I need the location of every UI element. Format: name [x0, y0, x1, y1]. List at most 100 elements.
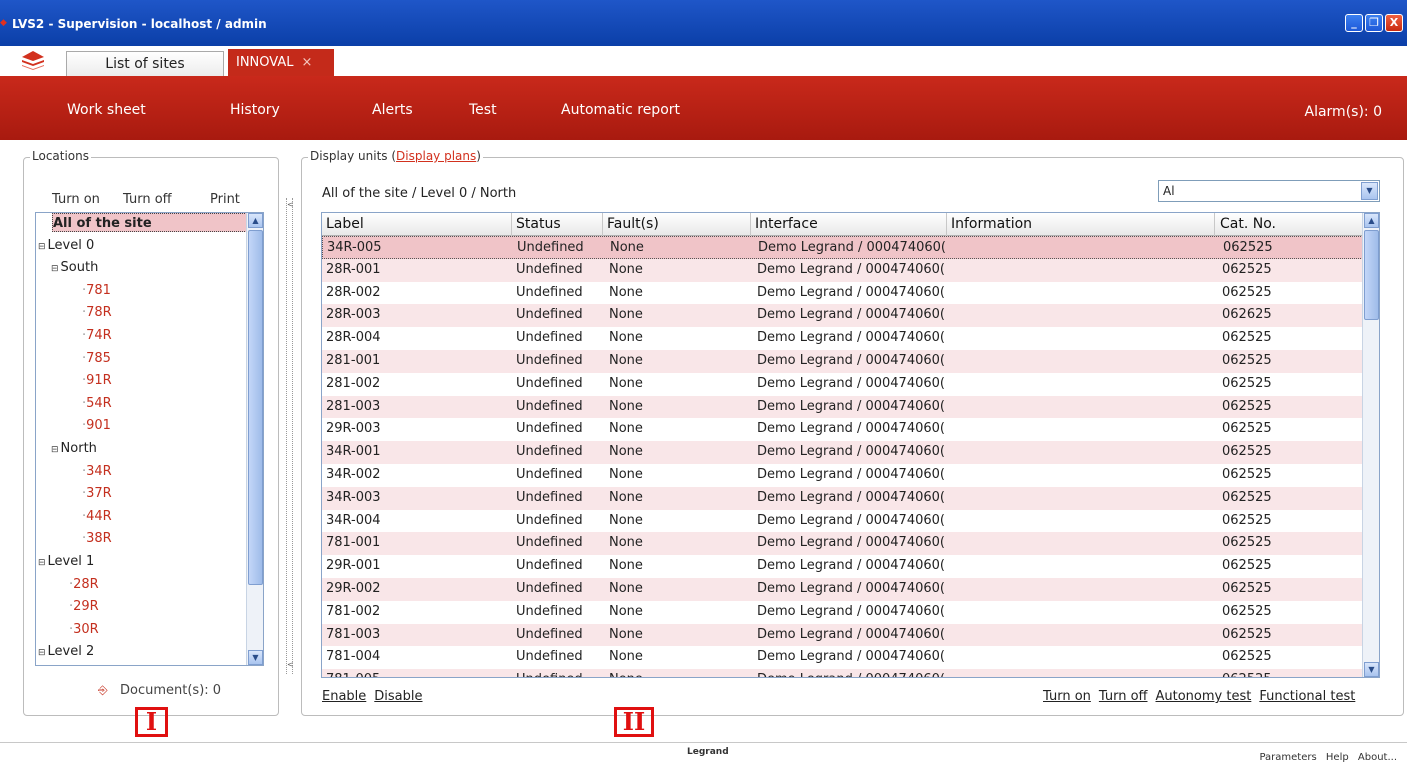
- scroll-up-icon[interactable]: ▲: [248, 213, 263, 228]
- table-scroll-thumb[interactable]: [1364, 230, 1379, 320]
- nav-test[interactable]: Test: [469, 102, 497, 118]
- nav-automatic-report[interactable]: Automatic report: [561, 102, 680, 118]
- table-row[interactable]: 34R-004 Undefined None Demo Legrand / 00047…: [322, 510, 1363, 533]
- col-status[interactable]: Status: [512, 213, 603, 236]
- table-scroll-up-icon[interactable]: ▲: [1364, 213, 1379, 228]
- table-row[interactable]: 781-003 Undefined None Demo Legrand / 00047…: [322, 623, 1363, 647]
- cell-interface: Demo Legrand / 000474060(: [757, 558, 945, 574]
- minimize-button[interactable]: _: [1345, 14, 1363, 32]
- table-row[interactable]: 29R-003 Undefined None Demo Legrand / 00047…: [322, 418, 1363, 441]
- help-link[interactable]: Help: [1326, 752, 1349, 763]
- table-row[interactable]: 29R-001 Undefined None Demo Legrand / 00047…: [322, 555, 1363, 578]
- tree-leaf[interactable]: ·781: [82, 281, 111, 300]
- table-row[interactable]: 781-005 Undefined None Demo Legrand / 00047…: [322, 669, 1363, 677]
- table-row[interactable]: 34R-001 Undefined None Demo Legrand / 00047…: [322, 441, 1363, 464]
- tree-scrollbar[interactable]: ▲ ▼: [246, 213, 263, 665]
- table-row[interactable]: 28R-001 Undefined None Demo Legrand / 00047…: [322, 258, 1363, 282]
- nav-history[interactable]: History: [230, 102, 280, 118]
- tree-leaf[interactable]: ·37R: [82, 484, 112, 503]
- tree-leaf[interactable]: ·28R: [69, 575, 99, 594]
- collapse-icon[interactable]: ⊟: [38, 242, 46, 252]
- col-faults[interactable]: Fault(s): [603, 213, 751, 236]
- display-plans-link[interactable]: Display plans: [396, 149, 476, 163]
- panel-splitter[interactable]: < <: [286, 198, 294, 674]
- table-row[interactable]: 281-002 Undefined None Demo Legrand / 00047…: [322, 373, 1363, 396]
- table-row[interactable]: 781-002 Undefined None Demo Legrand / 00047…: [322, 601, 1363, 624]
- table-row[interactable]: 781-001 Undefined None Demo Legrand / 00047…: [322, 532, 1363, 556]
- nav-work-sheet[interactable]: Work sheet: [67, 102, 146, 118]
- collapse-left-bottom-icon[interactable]: <: [287, 660, 294, 669]
- tab-innoval[interactable]: INNOVAL ×: [228, 49, 334, 76]
- tree-node[interactable]: ⊟ Level 1: [38, 552, 94, 571]
- tree-leaf[interactable]: ·785: [82, 349, 111, 368]
- tree-root[interactable]: All of the site: [52, 213, 247, 232]
- autonomy-test-link[interactable]: Autonomy test: [1156, 689, 1252, 704]
- table-scroll-down-icon[interactable]: ▼: [1364, 662, 1379, 677]
- turn-off-link[interactable]: Turn off: [1099, 689, 1148, 704]
- locations-turn-on[interactable]: Turn on: [52, 192, 100, 207]
- parameters-link[interactable]: Parameters: [1259, 752, 1316, 763]
- disable-link[interactable]: Disable: [374, 689, 422, 704]
- restore-button[interactable]: ❐: [1365, 14, 1383, 32]
- collapse-icon[interactable]: ⊟: [38, 558, 46, 568]
- table-row[interactable]: 281-003 Undefined None Demo Legrand / 00047…: [322, 395, 1363, 419]
- scroll-down-icon[interactable]: ▼: [248, 650, 263, 665]
- nav-alerts[interactable]: Alerts: [372, 102, 413, 118]
- tree-leaf[interactable]: ·74R: [82, 326, 112, 345]
- functional-test-link[interactable]: Functional test: [1259, 689, 1355, 704]
- locations-turn-off[interactable]: Turn off: [123, 192, 172, 207]
- table-row[interactable]: 281-001 Undefined None Demo Legrand / 00047…: [322, 350, 1363, 373]
- table-row[interactable]: 28R-003 Undefined None Demo Legrand / 00047…: [322, 304, 1363, 328]
- chevron-down-icon[interactable]: ▼: [1361, 182, 1378, 200]
- cell-status: Undefined: [517, 240, 584, 255]
- tree-node[interactable]: ⊟ North: [51, 439, 97, 458]
- col-information[interactable]: Information: [947, 213, 1215, 236]
- tab-list-of-sites[interactable]: List of sites: [66, 51, 224, 76]
- tree-leaf[interactable]: ·78R: [82, 303, 112, 322]
- close-window-button[interactable]: X: [1385, 14, 1403, 32]
- locations-print[interactable]: Print: [210, 192, 240, 207]
- cell-information: [951, 510, 1215, 532]
- collapse-icon[interactable]: ⊟: [51, 264, 59, 274]
- table-row[interactable]: 28R-004 Undefined None Demo Legrand / 00047…: [322, 327, 1363, 350]
- table-row[interactable]: 29R-002 Undefined None Demo Legrand / 00047…: [322, 578, 1363, 601]
- table-row[interactable]: 34R-003 Undefined None Demo Legrand / 00047…: [322, 486, 1363, 510]
- tree-leaf[interactable]: ·30R: [69, 620, 99, 639]
- tree-leaf[interactable]: ·34R: [82, 462, 112, 481]
- tree-item-label: 54R: [86, 395, 112, 411]
- collapse-left-icon[interactable]: <: [287, 200, 294, 209]
- tree-leaf[interactable]: ·29R: [69, 597, 99, 616]
- col-label[interactable]: Label: [322, 213, 512, 236]
- tree-leaf[interactable]: ·38R: [82, 529, 112, 548]
- table-row[interactable]: 28R-002 Undefined None Demo Legrand / 00047…: [322, 282, 1363, 305]
- documents-count[interactable]: ⎆ Document(s): 0: [98, 683, 221, 698]
- tree-node[interactable]: ⊟ South: [51, 258, 98, 277]
- tree-leaf[interactable]: ·901: [82, 416, 111, 435]
- scroll-thumb[interactable]: [248, 230, 263, 585]
- about-link[interactable]: About...: [1358, 752, 1397, 763]
- enable-link[interactable]: Enable: [322, 689, 366, 704]
- tree-item-label: 901: [86, 418, 111, 434]
- cell-status: Undefined: [516, 467, 583, 482]
- close-tab-icon[interactable]: ×: [301, 55, 312, 70]
- table-row[interactable]: 34R-002 Undefined None Demo Legrand / 00047…: [322, 464, 1363, 487]
- collapse-icon[interactable]: ⊟: [38, 648, 46, 658]
- filter-select[interactable]: Al ▼: [1158, 180, 1380, 202]
- tree-leaf[interactable]: ·44R: [82, 507, 112, 526]
- turn-on-link[interactable]: Turn on: [1043, 689, 1091, 704]
- units-table[interactable]: Label Status Fault(s) Interface Informat…: [321, 212, 1380, 678]
- col-cat-no[interactable]: Cat. No.: [1215, 213, 1363, 236]
- collapse-icon[interactable]: ⊟: [51, 445, 59, 455]
- table-scrollbar[interactable]: ▲ ▼: [1362, 213, 1379, 677]
- table-row[interactable]: 34R-005 Undefined None Demo Legrand / 00047…: [322, 236, 1363, 259]
- locations-tree[interactable]: All of the site ⊟ Level 0 ⊟ South ·781 ·78R ·74…: [35, 212, 264, 666]
- col-interface[interactable]: Interface: [751, 213, 947, 236]
- tree-leaf[interactable]: ·54R: [82, 394, 112, 413]
- tree-node[interactable]: ⊟ Level 2: [38, 642, 94, 661]
- alarm-count[interactable]: Alarm(s): 0: [1305, 104, 1383, 120]
- tree-leaf[interactable]: ·91R: [82, 371, 112, 390]
- cell-label: 28R-001: [326, 261, 381, 277]
- cell-status: Undefined: [514, 669, 602, 677]
- tree-node[interactable]: ⊟ Level 0: [38, 236, 94, 255]
- table-row[interactable]: 781-004 Undefined None Demo Legrand / 00047…: [322, 646, 1363, 669]
